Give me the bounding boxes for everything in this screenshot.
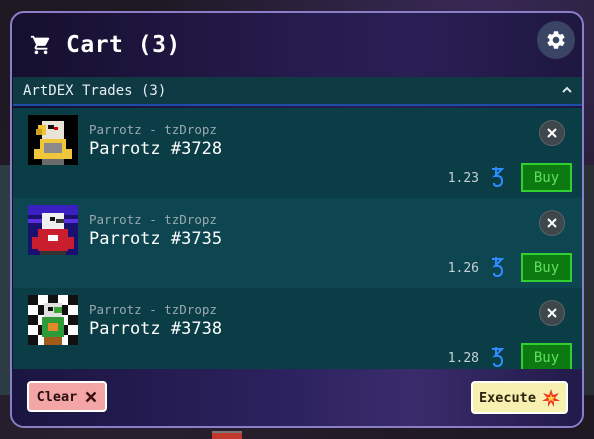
artdex-trades-header[interactable]: ArtDEX Trades (3) [13,77,582,106]
item-name[interactable]: Parrotz #3735 [89,229,222,249]
buy-button[interactable]: Buy [521,163,572,192]
shopping-cart-icon [30,34,52,56]
chevron-up-icon[interactable] [561,84,573,96]
item-price: 1.23 [447,171,479,186]
close-icon [547,308,557,318]
item-name[interactable]: Parrotz #3738 [89,319,222,339]
nft-thumbnail[interactable] [28,295,78,345]
nft-thumbnail[interactable] [28,115,78,165]
cart-header: Cart (3) [12,13,582,77]
cart-footer: Clear Execute [12,369,582,426]
item-price: 1.28 [447,351,479,366]
item-collection: Parrotz - tzDropz [89,302,217,317]
trade-list: Parrotz - tzDropz Parrotz #3728 1.23 Buy [13,108,582,378]
clear-label: Clear [36,388,78,405]
list-item: Parrotz - tzDropz Parrotz #3728 1.23 Buy [13,108,582,198]
background-panel-left [0,165,10,395]
settings-button[interactable] [537,21,575,59]
gear-icon [547,31,565,49]
item-name[interactable]: Parrotz #3728 [89,139,222,159]
tezos-icon [492,257,505,278]
item-collection: Parrotz - tzDropz [89,212,217,227]
item-collection: Parrotz - tzDropz [89,122,217,137]
tezos-icon [492,167,505,188]
execute-label: Execute [479,389,536,406]
list-item: Parrotz - tzDropz Parrotz #3735 1.26 Buy [13,198,582,288]
remove-item-button[interactable] [539,300,565,326]
remove-item-button[interactable] [539,120,565,146]
clear-button[interactable]: Clear [27,381,107,412]
close-icon [547,218,557,228]
buy-button[interactable]: Buy [521,343,572,372]
remove-item-button[interactable] [539,210,565,236]
close-icon [85,391,97,402]
buy-button[interactable]: Buy [521,253,572,282]
cart-title: Cart (3) [66,32,181,58]
nft-thumbnail[interactable] [28,205,78,255]
background-thumbnail [212,431,242,439]
explosion-icon [541,388,560,407]
item-price: 1.26 [447,261,479,276]
tezos-icon [492,347,505,368]
cart-panel: Cart (3) ArtDEX Trades (3) Parrotz - tzD… [10,11,584,428]
section-title: ArtDEX Trades (3) [23,82,167,99]
list-item: Parrotz - tzDropz Parrotz #3738 1.28 Buy [13,288,582,378]
close-icon [547,128,557,138]
execute-button[interactable]: Execute [471,381,568,414]
